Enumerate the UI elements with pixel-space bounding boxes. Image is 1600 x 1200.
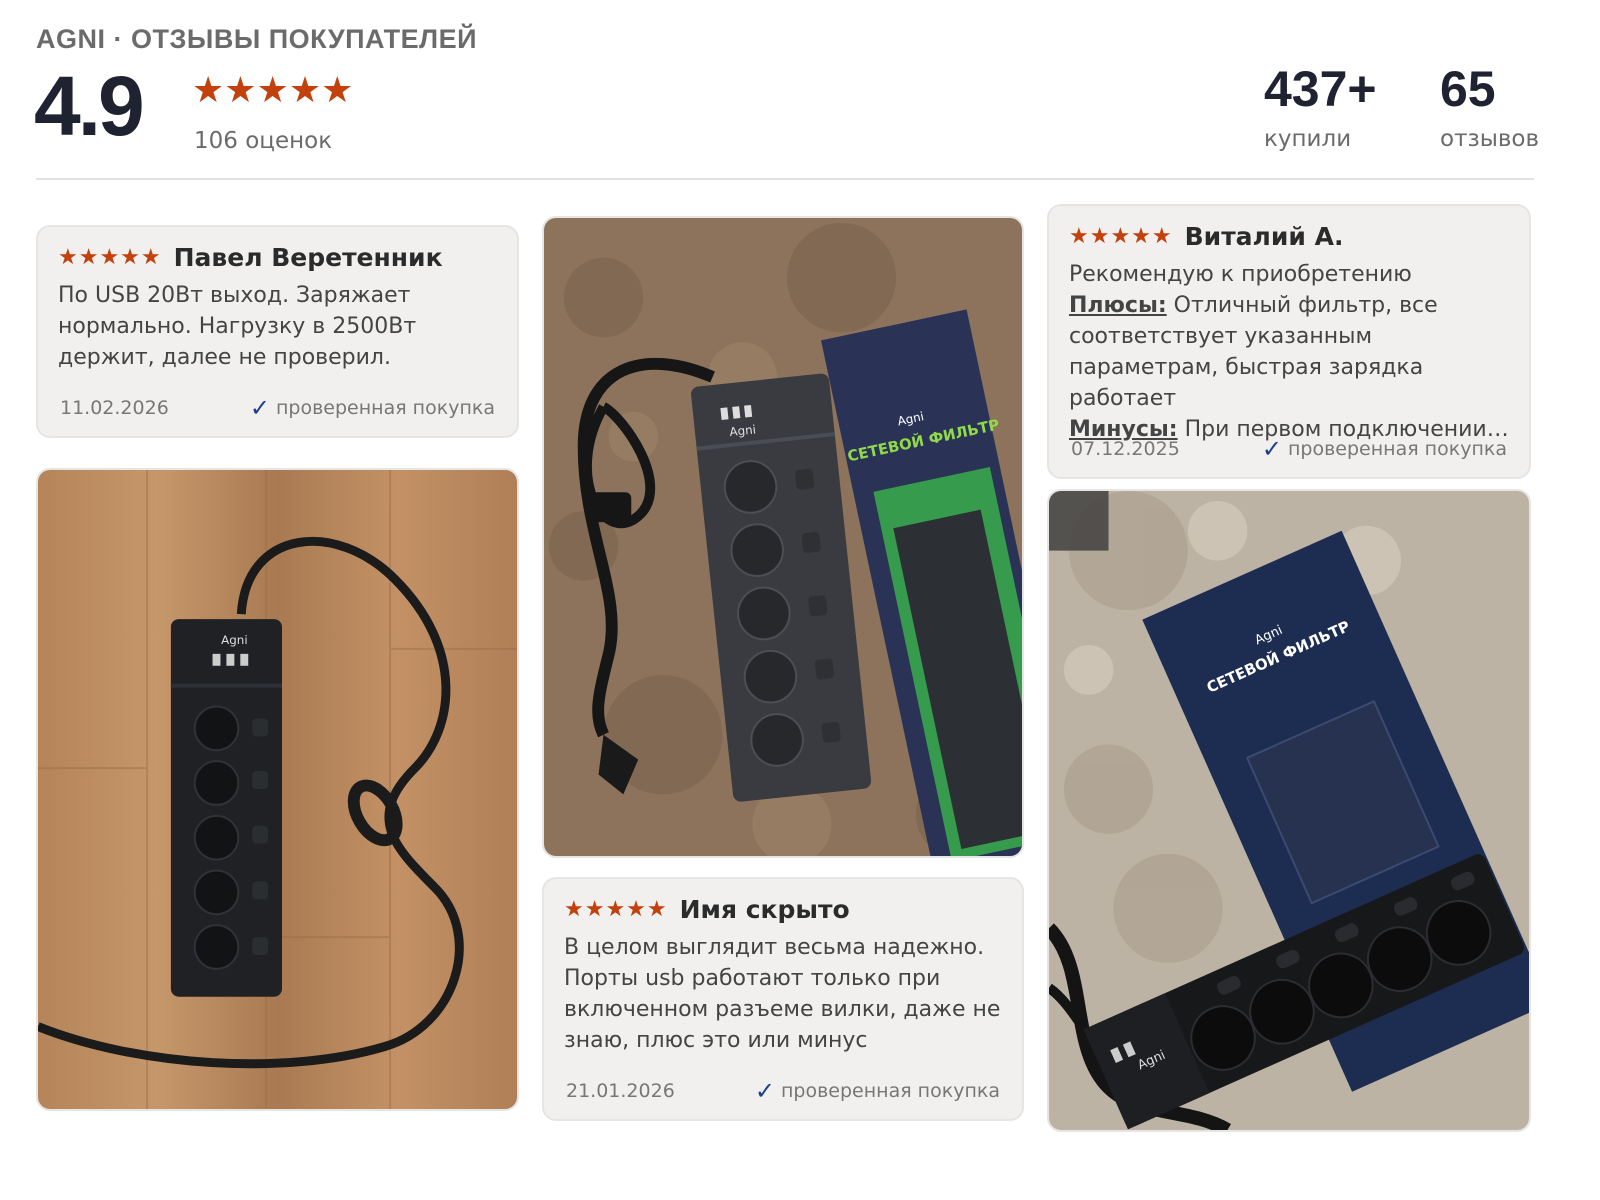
power-strip-photo-icon: Agni Agni СЕТЕВОЙ ФИЛЬТР <box>544 218 1022 856</box>
review-card[interactable]: ★★★★★ Павел Веретенник По USB 20Вт выход… <box>36 225 519 438</box>
verified-label: проверенная покупка <box>1287 438 1507 460</box>
page-title: AGNI · ОТЗЫВЫ ПОКУПАТЕЛЕЙ <box>36 24 478 54</box>
review-text: Рекомендую к приобретению Плюсы: Отличны… <box>1069 259 1509 445</box>
review-photo[interactable]: Agni СЕТЕВОЙ ФИЛЬТР Agni <box>1047 489 1531 1132</box>
checkmark-icon: ✓ <box>249 394 270 422</box>
brand-logo-text: Agni <box>221 633 248 647</box>
brand-logo-text: Agni <box>729 422 757 439</box>
rating-stars-icon: ★★★★★ <box>192 70 354 111</box>
review-author: Павел Веретенник <box>173 243 443 272</box>
verified-badge: ✓ проверенная покупка <box>250 394 495 422</box>
review-summary: Рекомендую к приобретению <box>1069 262 1412 287</box>
average-rating: 4.9 <box>34 59 145 153</box>
pros-label: Плюсы: <box>1069 293 1167 318</box>
verified-badge: ✓ проверенная покупка <box>755 1077 1000 1105</box>
review-card[interactable]: ★★★★★ Имя скрыто В целом выглядит весьма… <box>542 877 1024 1121</box>
reviews-value: 65 <box>1440 61 1496 117</box>
review-date: 11.02.2026 <box>60 397 169 419</box>
bought-label: купили <box>1264 126 1352 152</box>
rating-count[interactable]: 106 оценок <box>194 128 332 154</box>
review-text: По USB 20Вт выход. Заряжает нормально. Н… <box>58 283 417 370</box>
bought-value: 437+ <box>1264 61 1377 117</box>
review-stars-icon: ★★★★★ <box>564 897 668 922</box>
review-date: 21.01.2026 <box>566 1080 675 1102</box>
review-author: Виталий А. <box>1184 222 1344 251</box>
review-author: Имя скрыто <box>679 895 850 924</box>
review-stars-icon: ★★★★★ <box>1069 224 1173 249</box>
reviews-stat[interactable]: 65 отзывов <box>1440 60 1539 152</box>
checkmark-icon: ✓ <box>754 1077 775 1105</box>
reviews-label: отзывов <box>1440 126 1540 152</box>
review-card[interactable]: ★★★★★ Виталий А. Рекомендую к приобретен… <box>1047 204 1531 479</box>
review-stars-icon: ★★★★★ <box>58 245 162 270</box>
review-photo[interactable]: Agni <box>36 468 519 1111</box>
review-text: В целом выглядит весьма надежно. Порты u… <box>564 935 1001 1053</box>
power-strip-photo-icon: Agni <box>38 470 517 1109</box>
verified-badge: ✓ проверенная покупка <box>1262 435 1507 463</box>
header-divider <box>36 178 1534 180</box>
review-pros: Плюсы: Отличный фильтр, все соответствуе… <box>1069 290 1509 414</box>
verified-label: проверенная покупка <box>780 1080 1000 1102</box>
checkmark-icon: ✓ <box>1261 435 1282 463</box>
review-date: 07.12.2025 <box>1071 438 1180 460</box>
verified-label: проверенная покупка <box>275 397 495 419</box>
power-strip-photo-icon: Agni СЕТЕВОЙ ФИЛЬТР Agni <box>1049 491 1529 1130</box>
review-photo[interactable]: Agni Agni СЕТЕВОЙ ФИЛЬТР <box>542 216 1024 858</box>
bought-stat: 437+ купили <box>1264 60 1377 152</box>
